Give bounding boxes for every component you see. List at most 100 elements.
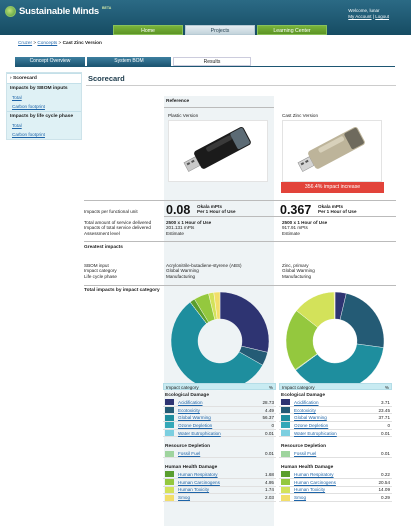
sidebar-item-scorecard[interactable]: › Scorecard bbox=[7, 73, 81, 83]
cmp-product-image bbox=[282, 120, 382, 182]
sidebar-link-sbom-carbon[interactable]: Carbon footprint bbox=[12, 104, 45, 109]
sidebar-link-lifecycle-total[interactable]: Total bbox=[12, 123, 22, 128]
logo-mark-icon bbox=[5, 6, 16, 17]
legend-row-water-eutrophication: Water Eutrophication 0.01 bbox=[279, 430, 392, 438]
legend-value: 28.73 bbox=[262, 399, 275, 405]
breadcrumb-current: Cast Zinc Version bbox=[62, 40, 102, 45]
legend-link-smog[interactable]: Smog bbox=[178, 495, 254, 500]
label-impacts-per-unit: Impacts per functional unit bbox=[84, 209, 138, 214]
greatest-labels: SBOM input Impact category Life cycle phas… bbox=[84, 263, 117, 279]
app-name: Sustainable Minds bbox=[19, 6, 100, 17]
nav-tab-learning-center[interactable]: Learning Center bbox=[257, 25, 327, 35]
reference-divider bbox=[164, 107, 274, 108]
tab-concept-overview[interactable]: Concept Overview bbox=[15, 57, 85, 66]
cmp-greatest-values: Zinc, primary Global Warming Manufacturing bbox=[282, 263, 315, 279]
legend-row-human-carcinogens: Human Carcinogens 20.54 bbox=[279, 479, 392, 487]
legend-swatch bbox=[281, 430, 290, 437]
legend-link-fossil-fuel[interactable]: Fossil Fuel bbox=[294, 451, 370, 456]
legend-link-water-eutrophication[interactable]: Water Eutrophication bbox=[178, 431, 254, 436]
legend-row-smog: Smog 2.03 bbox=[163, 494, 276, 502]
sidebar-heading-sbom: Impacts by SBOM inputs bbox=[7, 83, 81, 93]
total-by-category-label: Total impacts by impact category bbox=[84, 288, 160, 293]
legend-link-human-carcinogens[interactable]: Human Carcinogens bbox=[178, 480, 254, 485]
legend-row-human-respiratory: Human Respiratory 1.68 bbox=[163, 471, 276, 479]
legend-swatch bbox=[281, 399, 290, 406]
logout-link[interactable]: Logout bbox=[375, 14, 389, 19]
results-sidebar: › Scorecard Impacts by SBOM inputs Total… bbox=[6, 72, 82, 140]
nav-tab-projects[interactable]: Projects bbox=[185, 25, 255, 35]
nav-tab-home[interactable]: Home bbox=[113, 25, 183, 35]
legend-link-ecotoxicity[interactable]: Ecotoxicity bbox=[294, 408, 370, 413]
legend-swatch bbox=[281, 414, 290, 421]
legend-link-acidification[interactable]: Acidification bbox=[178, 400, 254, 405]
breadcrumb-concepts[interactable]: Concepts bbox=[37, 40, 57, 45]
legend-link-smog[interactable]: Smog bbox=[294, 495, 370, 500]
legend-value: 56.37 bbox=[262, 415, 275, 421]
impact-increase-badge: 356.4% impact increase bbox=[281, 182, 384, 193]
beta-badge: BETA bbox=[102, 5, 112, 10]
legend-value: 0.22 bbox=[381, 471, 390, 477]
legend-swatch bbox=[165, 450, 174, 457]
legend-swatch bbox=[281, 479, 290, 486]
legend-link-water-eutrophication[interactable]: Water Eutrophication bbox=[294, 431, 370, 436]
legend-link-human-carcinogens[interactable]: Human Carcinogens bbox=[294, 480, 370, 485]
legend-link-global-warming[interactable]: Global Warming bbox=[294, 415, 370, 420]
legend-value: 0.01 bbox=[381, 451, 390, 457]
legend-row-ozone-depletion: Ozone Depletion 0 bbox=[163, 422, 276, 430]
legend-group-heading: Resource Depletion bbox=[165, 444, 211, 450]
legend-link-ozone-depletion[interactable]: Ozone Depletion bbox=[294, 423, 370, 428]
sidebar-link-sbom-total[interactable]: Total bbox=[12, 95, 22, 100]
legend-link-global-warming[interactable]: Global Warming bbox=[178, 415, 254, 420]
legend-swatch bbox=[281, 422, 290, 429]
legend-value: 2.03 bbox=[265, 495, 274, 501]
legend-link-ozone-depletion[interactable]: Ozone Depletion bbox=[178, 423, 254, 428]
legend-row-smog: Smog 0.29 bbox=[279, 494, 392, 502]
sidebar-link-lifecycle-carbon[interactable]: Carbon footprint bbox=[12, 132, 45, 137]
tab-results[interactable]: Results bbox=[173, 57, 251, 66]
legend-row-human-toxicity: Human Toxicity 14.09 bbox=[279, 486, 392, 495]
legend-link-human-respiratory[interactable]: Human Respiratory bbox=[178, 472, 254, 477]
values-sub-divider bbox=[164, 216, 396, 217]
sub-tabs: Concept Overview System BOM Results bbox=[15, 57, 251, 66]
cmp-donut-chart bbox=[285, 291, 385, 391]
ref-legend-header: Impact category% bbox=[163, 383, 276, 390]
legend-value: 3.71 bbox=[381, 399, 390, 405]
legend-value: 0 bbox=[271, 422, 274, 428]
legend-value: 14.09 bbox=[378, 487, 391, 493]
legend-swatch bbox=[165, 430, 174, 437]
legend-row-human-respiratory: Human Respiratory 0.22 bbox=[279, 471, 392, 479]
legend-row-global-warming: Global Warming 56.37 bbox=[163, 414, 276, 423]
legend-swatch bbox=[165, 471, 174, 478]
tab-underline bbox=[15, 66, 395, 67]
logo[interactable]: Sustainable Minds BETA bbox=[5, 6, 111, 17]
legend-row-ecotoxicity: Ecotoxicity 4.49 bbox=[163, 407, 276, 415]
chart-divider bbox=[84, 285, 396, 286]
legend-value: 1.68 bbox=[265, 471, 274, 477]
legend-col-category: Impact category bbox=[282, 385, 315, 390]
legend-swatch bbox=[165, 407, 174, 414]
legend-swatch bbox=[165, 494, 174, 501]
tab-system-bom[interactable]: System BOM bbox=[87, 57, 171, 66]
cmp-impact-unit: Okala mPts Per 1 Hour of Use bbox=[318, 204, 357, 215]
values-divider bbox=[84, 200, 396, 201]
legend-value: 0.29 bbox=[381, 495, 390, 501]
donut-slice-acidification[interactable] bbox=[219, 291, 270, 353]
legend-row-fossil-fuel: Fossil Fuel 0.01 bbox=[279, 450, 392, 459]
legend-group-heading: Resource Depletion bbox=[281, 444, 327, 450]
my-account-link[interactable]: My Account bbox=[348, 14, 371, 19]
legend-link-human-respiratory[interactable]: Human Respiratory bbox=[294, 472, 370, 477]
legend-value: 0.01 bbox=[265, 451, 274, 457]
legend-link-human-toxicity[interactable]: Human Toxicity bbox=[294, 487, 370, 492]
legend-value: 0.01 bbox=[265, 430, 274, 436]
legend-link-human-toxicity[interactable]: Human Toxicity bbox=[178, 487, 254, 492]
legend-col-percent: % bbox=[268, 385, 273, 390]
legend-swatch bbox=[165, 414, 174, 421]
legend-link-ecotoxicity[interactable]: Ecotoxicity bbox=[178, 408, 254, 413]
ref-greatest-values: Acrylonitrile-butadiene-styrene (ABS) Glo… bbox=[166, 263, 242, 279]
chevron-right-icon: › bbox=[10, 76, 12, 81]
legend-link-acidification[interactable]: Acidification bbox=[294, 400, 370, 405]
donut-slice-ecotoxicity[interactable] bbox=[339, 293, 385, 348]
legend-link-fossil-fuel[interactable]: Fossil Fuel bbox=[178, 451, 254, 456]
greatest-divider bbox=[84, 241, 396, 242]
breadcrumb-cruzer[interactable]: Cruzer bbox=[18, 40, 32, 45]
